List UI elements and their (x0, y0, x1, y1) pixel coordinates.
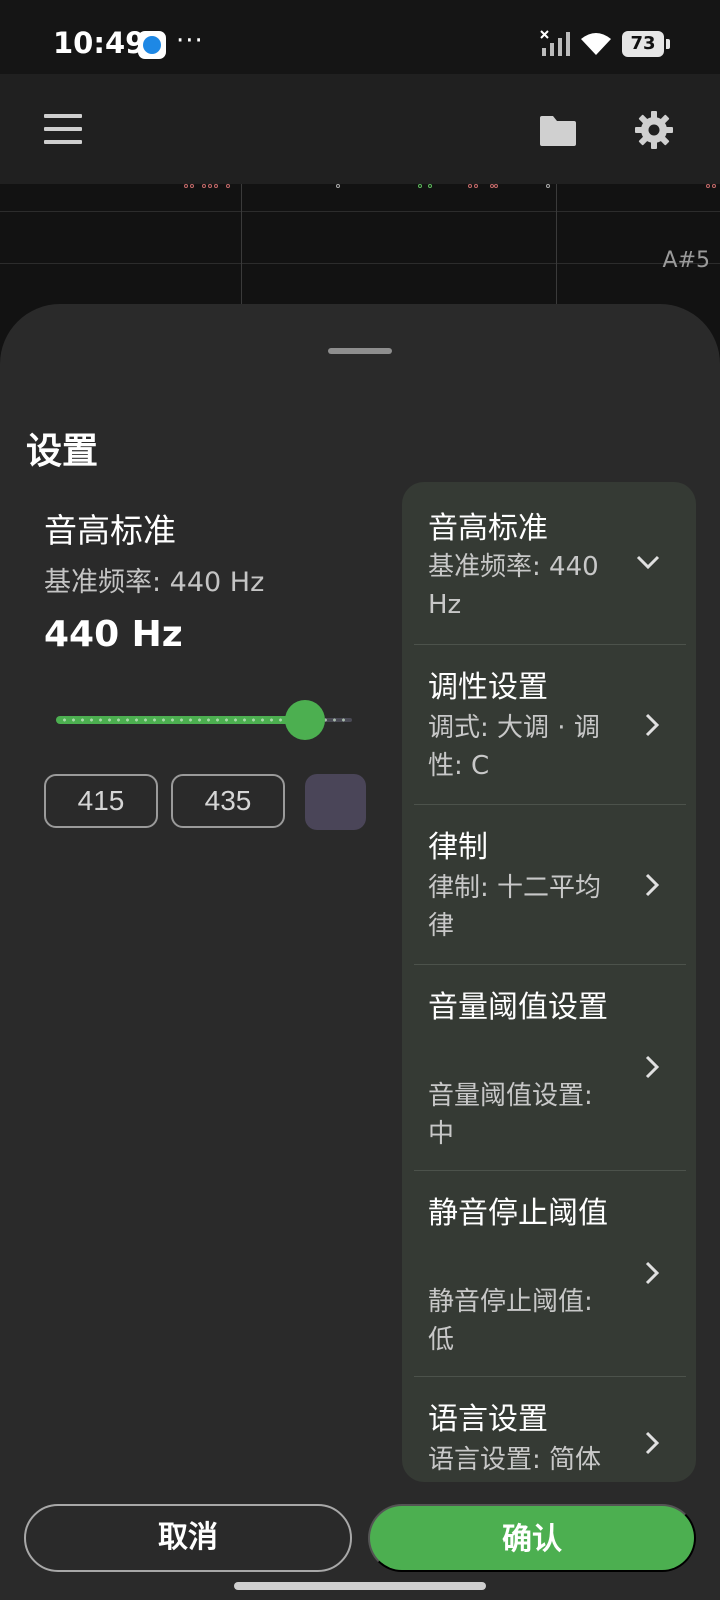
pitch-dot (418, 184, 422, 188)
chevron-right-icon (645, 1431, 660, 1455)
settings-sheet: 设置 音高标准 基准频率: 440 Hz 440 Hz 415 435 音高标准… (0, 304, 720, 1600)
hamburger-icon[interactable] (44, 114, 82, 144)
pitch-dot (336, 184, 340, 188)
status-time: 10:49 (53, 26, 146, 60)
pitch-chart: A#5 (0, 184, 720, 314)
pitch-dot (214, 184, 218, 188)
app-notification-icon (138, 31, 166, 59)
pitch-dot (546, 184, 550, 188)
home-indicator[interactable] (234, 1582, 486, 1590)
list-item-subtitle: 律制: 十二平均律 (428, 873, 602, 941)
chevron-right-icon (645, 713, 660, 737)
pitch-dot (226, 184, 230, 188)
list-item-title: 语言设置 (428, 1402, 548, 1437)
pitch-dot (208, 184, 212, 188)
chevron-right-icon (645, 1261, 660, 1285)
drag-handle[interactable] (328, 348, 392, 354)
detail-subtitle: 基准频率: 440 Hz (44, 567, 265, 598)
list-item-temperament[interactable]: 律制 律制: 十二平均律 (414, 805, 686, 965)
wifi-icon (581, 33, 611, 55)
list-item-title: 调性设置 (428, 670, 548, 705)
pitch-dot (494, 184, 498, 188)
list-item-key-settings[interactable]: 调性设置 调式: 大调 · 调性: C (414, 645, 686, 805)
frequency-value: 440 Hz (44, 614, 183, 655)
pitch-dot (474, 184, 478, 188)
list-item-language[interactable]: 语言设置 语言设置: 简体 (414, 1377, 686, 1482)
pitch-dot (202, 184, 206, 188)
battery-icon: 73 (622, 31, 670, 57)
detail-heading: 音高标准 (44, 511, 176, 550)
custom-preset-button[interactable] (305, 774, 366, 830)
list-item-title: 静音停止阈值 (428, 1196, 608, 1231)
list-item-silence-threshold[interactable]: 静音停止阈值 静音停止阈值: 低 (414, 1171, 686, 1377)
app-bar (0, 74, 720, 184)
confirm-button[interactable]: 确认 (368, 1504, 696, 1572)
pitch-dot (468, 184, 472, 188)
list-item-subtitle: 音量阈值设置: 中 (428, 1081, 593, 1149)
list-item-title: 音量阈值设置 (428, 990, 608, 1025)
settings-list: 音高标准 基准频率: 440 Hz 调性设置 调式: 大调 · 调性: C 律制… (402, 482, 696, 1482)
note-label: A#5 (662, 248, 710, 273)
list-item-subtitle: 静音停止阈值: 低 (428, 1287, 593, 1355)
cancel-button[interactable]: 取消 (24, 1504, 352, 1572)
signal-icon (540, 30, 570, 56)
pitch-dot (428, 184, 432, 188)
grid-line (241, 184, 242, 314)
slider-thumb[interactable] (285, 700, 325, 740)
grid-line (0, 263, 720, 264)
pitch-dot (190, 184, 194, 188)
list-item-subtitle: 基准频率: 440 Hz (428, 552, 599, 620)
preset-435-button[interactable]: 435 (171, 774, 285, 828)
grid-line (0, 211, 720, 212)
chevron-down-icon (636, 555, 660, 570)
folder-icon[interactable] (538, 114, 578, 148)
list-item-subtitle: 调式: 大调 · 调性: C (428, 713, 600, 781)
pitch-dot (712, 184, 716, 188)
grid-line (556, 184, 557, 314)
pitch-dot (184, 184, 188, 188)
chevron-right-icon (645, 873, 660, 897)
pitch-dot (706, 184, 710, 188)
list-item-title: 音高标准 (428, 511, 548, 546)
sheet-title: 设置 (26, 431, 99, 472)
list-item-volume-threshold[interactable]: 音量阈值设置 音量阈值设置: 中 (414, 965, 686, 1171)
list-item-pitch-standard[interactable]: 音高标准 基准频率: 440 Hz (414, 482, 686, 645)
frequency-slider[interactable] (56, 700, 352, 740)
chevron-right-icon (645, 1055, 660, 1079)
preset-415-button[interactable]: 415 (44, 774, 158, 828)
list-item-title: 律制 (428, 830, 488, 865)
more-notifications-icon: ··· (176, 26, 204, 56)
list-item-subtitle: 语言设置: 简体 (428, 1445, 602, 1475)
gear-icon[interactable] (634, 110, 674, 150)
